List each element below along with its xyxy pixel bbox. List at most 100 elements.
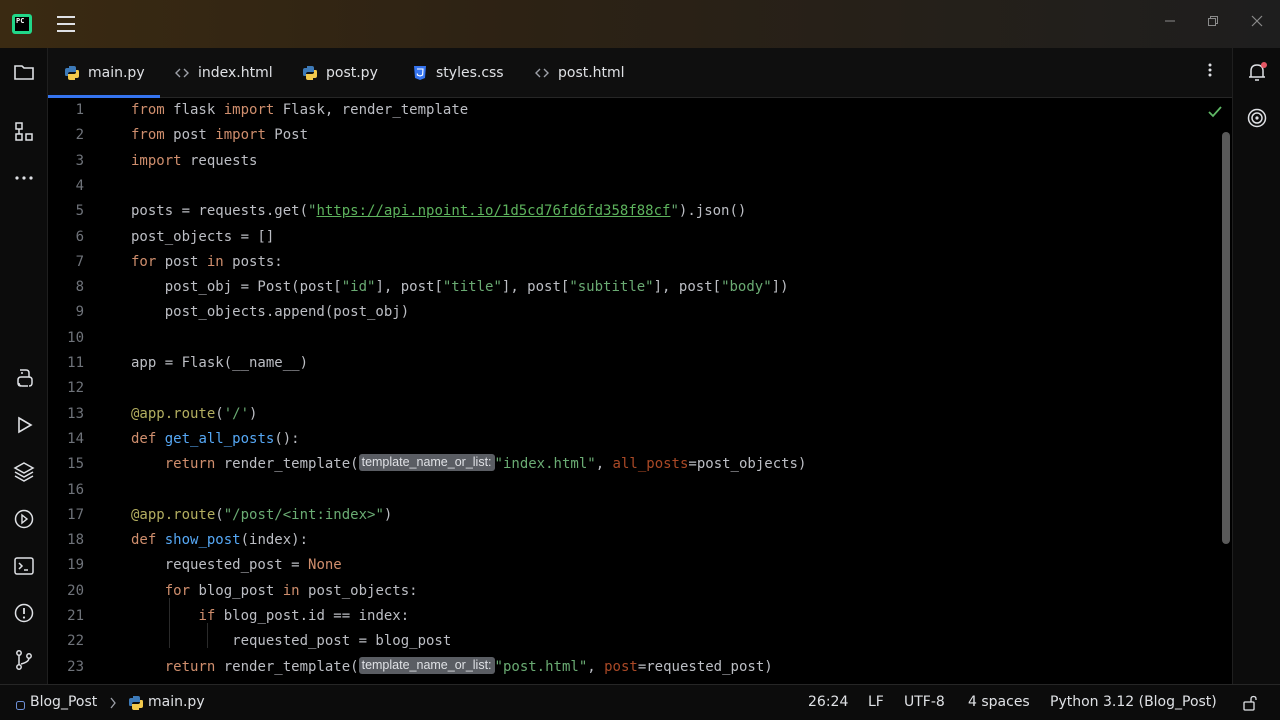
code-line[interactable]: 21 if blog_post.id == index: (48, 604, 1232, 629)
code-token: for (131, 253, 157, 270)
code-token: "subtitle" (569, 279, 654, 296)
code-token: ], post[ (375, 279, 443, 296)
line-number: 19 (67, 557, 84, 574)
code-token: requested_post = blog_post (131, 633, 452, 650)
line-number: 14 (67, 430, 84, 447)
problems-icon[interactable] (12, 601, 36, 625)
run-icon[interactable] (12, 413, 36, 437)
code-token: "post.html" (494, 658, 588, 675)
code-line[interactable]: 20 for blog_post in post_objects: (48, 579, 1232, 604)
tab-styles-css[interactable]: styles.css (412, 48, 504, 98)
tab-main-py[interactable]: main.py (48, 48, 160, 98)
code-line[interactable]: 23 return render_template(template_name_… (48, 655, 1232, 680)
breadcrumb-chevron-icon (109, 694, 117, 713)
code-text: return render_template(template_name_or_… (131, 452, 806, 477)
indent-setting[interactable]: 4 spaces (968, 694, 1030, 710)
code-line[interactable]: 3 import requests (48, 149, 1232, 174)
restore-icon[interactable] (1203, 14, 1223, 34)
tab-label: post.py (326, 65, 378, 81)
more-tools-icon[interactable] (12, 166, 36, 190)
code-line[interactable]: 7 for post in posts: (48, 250, 1232, 275)
code-line[interactable]: 8 post_obj = Post(post["id"], post["titl… (48, 275, 1232, 300)
code-line[interactable]: 11 app = Flask(__name__) (48, 351, 1232, 376)
python-console-icon[interactable] (12, 366, 36, 390)
main-menu-icon[interactable] (57, 16, 75, 32)
parameter-hint: template_name_or_list: (358, 656, 495, 674)
code-line[interactable]: 14 def get_all_posts(): (48, 427, 1232, 452)
code-token: requests (181, 152, 258, 169)
minimize-icon[interactable] (1160, 14, 1180, 34)
code-line[interactable]: 18 def show_post(index): (48, 528, 1232, 553)
code-line[interactable]: 13 @app.route('/') (48, 402, 1232, 427)
code-line[interactable]: 2 from post import Post (48, 123, 1232, 148)
terminal-icon[interactable] (12, 554, 36, 578)
code-text: if blog_post.id == index: (131, 604, 409, 629)
close-icon[interactable] (1247, 14, 1267, 34)
line-number: 3 (75, 152, 84, 169)
ai-assistant-icon[interactable] (1245, 106, 1269, 130)
code-token: ]) (771, 279, 789, 296)
code-editor[interactable]: 1 from flask import Flask, render_templat… (48, 98, 1232, 684)
code-text: return render_template(template_name_or_… (131, 655, 773, 680)
tab-index-html[interactable]: index.html (174, 48, 273, 98)
code-line[interactable]: 22 requested_post = blog_post (48, 629, 1232, 654)
code-line[interactable]: 4 (48, 174, 1232, 199)
code-token: import (215, 127, 266, 144)
code-token: if (198, 608, 216, 624)
breadcrumb-file[interactable]: main.py (148, 694, 205, 710)
code-token: post (604, 658, 638, 675)
code-token: ).json() (678, 203, 747, 220)
caret-position[interactable]: 26:24 (808, 694, 848, 710)
code-text: post_objects = [] (131, 225, 274, 250)
services-icon[interactable] (12, 507, 36, 531)
line-number: 9 (75, 304, 84, 321)
code-token: "index.html" (494, 456, 596, 473)
code-text: for post in posts: (131, 250, 283, 275)
code-line[interactable]: 5 posts = requests.get("https://api.npoin… (48, 199, 1232, 224)
html-file-icon (534, 65, 550, 81)
line-number: 17 (67, 506, 84, 523)
code-text: from flask import Flask, render_template (131, 98, 468, 123)
line-number: 23 (67, 658, 84, 675)
code-line[interactable]: 9 post_objects.append(post_obj) (48, 300, 1232, 325)
lock-icon[interactable] (1242, 695, 1258, 715)
tab-label: styles.css (436, 65, 504, 81)
code-text: posts = requests.get("https://api.npoint… (131, 199, 746, 224)
code-token: return (164, 456, 216, 473)
code-token: for (164, 582, 191, 599)
code-line[interactable]: 10 (48, 326, 1232, 351)
file-encoding[interactable]: UTF-8 (904, 694, 945, 710)
code-token: "/post/<int:index>" (223, 506, 384, 523)
pycharm-logo-icon[interactable]: PC (12, 14, 32, 34)
code-line[interactable]: 1 from flask import Flask, render_templat… (48, 98, 1232, 123)
structure-icon[interactable] (12, 120, 36, 144)
code-token: (): (274, 430, 300, 447)
line-number: 13 (67, 405, 84, 422)
code-line[interactable]: 12 (48, 376, 1232, 401)
tab-post-html[interactable]: post.html (534, 48, 625, 98)
code-token: "title" (442, 279, 502, 296)
css-file-icon (412, 65, 428, 81)
tab-more-icon[interactable] (1208, 62, 1212, 82)
code-token: in (206, 253, 224, 270)
code-line[interactable]: 6 post_objects = [] (48, 225, 1232, 250)
code-token: , (595, 456, 613, 473)
code-token: flask (164, 102, 224, 118)
breadcrumb-project[interactable]: Blog_Post (30, 694, 97, 710)
tab-post-py[interactable]: post.py (302, 48, 378, 98)
code-token: post (156, 253, 207, 270)
code-line[interactable]: 19 requested_post = None (48, 553, 1232, 578)
line-ending[interactable]: LF (868, 694, 884, 710)
code-token: render_template( (215, 658, 359, 675)
packages-icon[interactable] (12, 460, 36, 484)
notifications-icon[interactable] (1245, 60, 1269, 84)
git-icon[interactable] (12, 648, 36, 672)
python-interpreter[interactable]: Python 3.12 (Blog_Post) (1050, 694, 1217, 710)
code-line[interactable]: 15 return render_template(template_name_… (48, 452, 1232, 477)
code-token: all_posts (612, 456, 689, 473)
code-line[interactable]: 16 (48, 478, 1232, 503)
code-token: from (131, 127, 165, 144)
editor-tab-bar: main.py index.html post.py styles.css po… (48, 48, 1232, 98)
code-line[interactable]: 17 @app.route("/post/<int:index>") (48, 503, 1232, 528)
folder-icon[interactable] (12, 60, 36, 84)
